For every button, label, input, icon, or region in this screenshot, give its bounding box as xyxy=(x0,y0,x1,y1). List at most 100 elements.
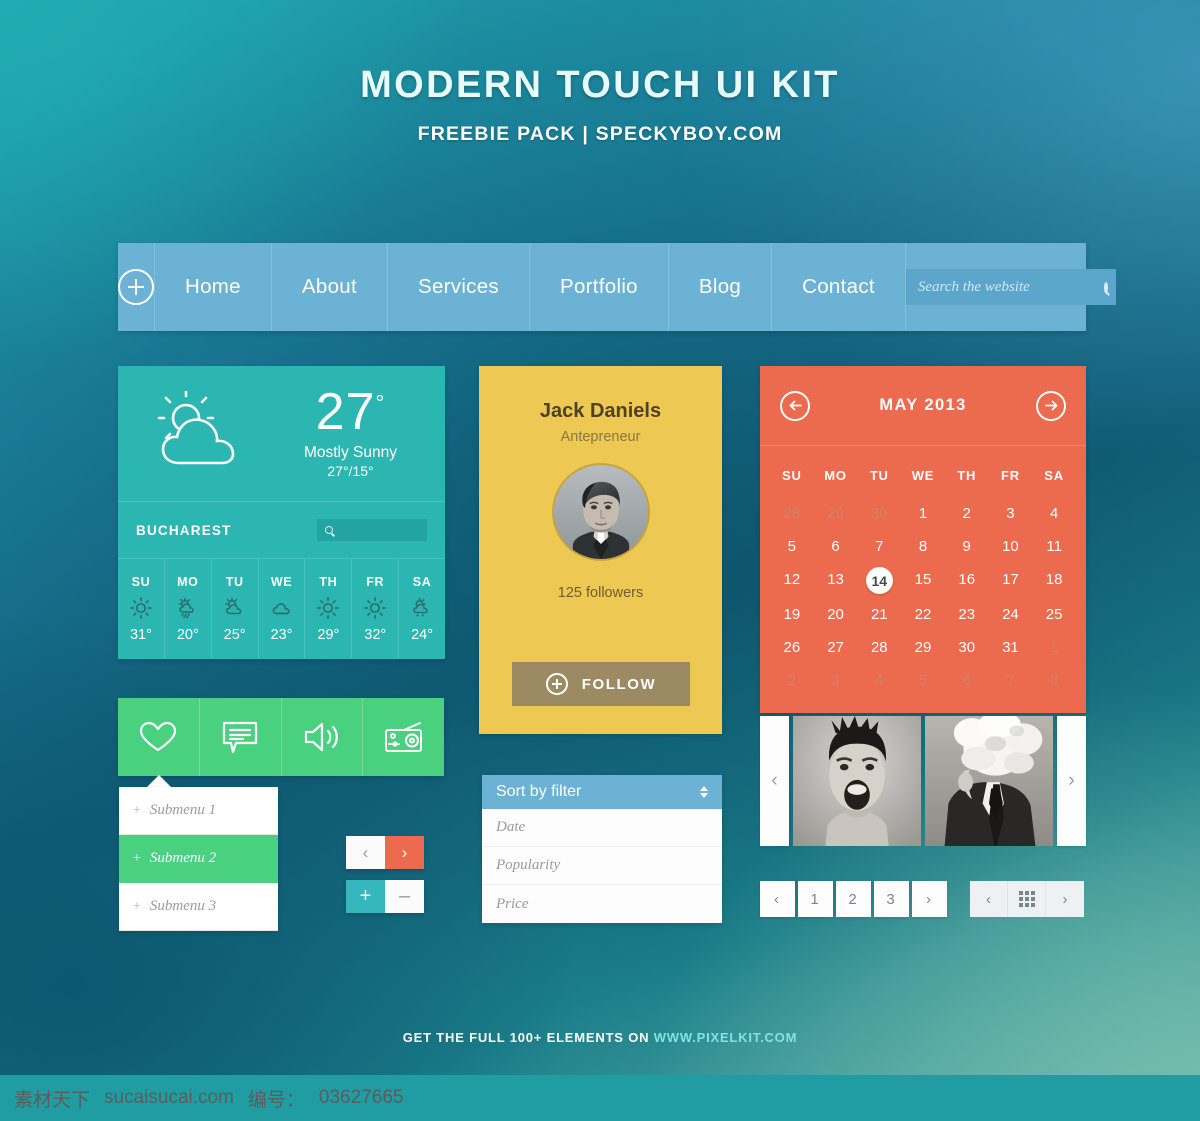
sort-option-date[interactable]: Date xyxy=(482,809,722,847)
calendar-day[interactable]: 3 xyxy=(989,497,1033,530)
grid-pagination-prev-button[interactable]: ‹ xyxy=(970,881,1008,917)
nav-item-portfolio[interactable]: Portfolio xyxy=(530,243,669,331)
calendar-day[interactable]: 29 xyxy=(901,631,945,664)
submenu-item-label: Submenu 1 xyxy=(149,802,217,818)
sort-filter-header[interactable]: Sort by filter xyxy=(482,775,722,809)
submenu-item-2[interactable]: + Submenu 2 xyxy=(119,835,278,883)
stepper-prev-button[interactable]: ‹ xyxy=(346,836,385,869)
nav-item-contact[interactable]: Contact xyxy=(772,243,906,331)
forecast-day[interactable]: FR 32° xyxy=(352,559,400,659)
calendar-day[interactable]: 6 xyxy=(814,530,858,563)
calendar-day[interactable]: 30 xyxy=(945,631,989,664)
calendar-day[interactable]: 23 xyxy=(945,598,989,631)
forecast-day[interactable]: WE 23° xyxy=(259,559,306,659)
stepper-minus-button[interactable]: – xyxy=(385,880,424,913)
submenu-item-3[interactable]: + Submenu 3 xyxy=(119,883,278,931)
calendar-day[interactable]: 2 xyxy=(945,497,989,530)
stepper-plus-button[interactable]: + xyxy=(346,880,385,913)
grid-view-button[interactable] xyxy=(1008,881,1046,917)
speaker-volume-icon xyxy=(304,722,338,752)
nav-add-button[interactable] xyxy=(118,243,155,331)
calendar-dow: SA xyxy=(1044,468,1064,483)
calendar-day[interactable]: 7 xyxy=(857,530,901,563)
calendar-next-button[interactable] xyxy=(1036,390,1066,421)
calendar-day[interactable]: 7 xyxy=(989,664,1033,697)
calendar-day[interactable]: 5 xyxy=(901,664,945,697)
calendar-day[interactable]: 5 xyxy=(770,530,814,563)
nav-search-box[interactable] xyxy=(905,269,1116,305)
calendar-day[interactable]: 8 xyxy=(1032,664,1076,697)
calendar-day[interactable]: 17 xyxy=(989,563,1033,598)
grid-pagination-next-button[interactable]: › xyxy=(1046,881,1084,917)
calendar-day[interactable]: 1 xyxy=(1032,631,1076,664)
nav-item-home[interactable]: Home xyxy=(155,243,272,331)
forecast-day[interactable]: TU 25° xyxy=(212,559,259,659)
toolbar-messages-button[interactable] xyxy=(200,698,282,776)
forecast-day[interactable]: TH 29° xyxy=(305,559,353,659)
calendar-day[interactable]: 11 xyxy=(1032,530,1076,563)
gallery-image-1[interactable] xyxy=(793,716,921,846)
calendar-day[interactable]: 25 xyxy=(1032,598,1076,631)
calendar-day[interactable]: 4 xyxy=(857,664,901,697)
forecast-day[interactable]: MO 20° xyxy=(165,559,212,659)
calendar-day[interactable]: 6 xyxy=(945,664,989,697)
calendar-day[interactable]: 3 xyxy=(814,664,858,697)
calendar-day[interactable]: 28 xyxy=(770,497,814,530)
gallery-image-2[interactable] xyxy=(925,716,1053,846)
pagination-page-2[interactable]: 2 xyxy=(836,881,871,917)
calendar-day[interactable]: 9 xyxy=(945,530,989,563)
calendar-day-selected[interactable]: 14 xyxy=(857,563,901,598)
stepper-next-button[interactable]: › xyxy=(385,836,424,869)
calendar-dow: TH xyxy=(957,468,977,483)
calendar-day[interactable]: 12 xyxy=(770,563,814,598)
calendar-day[interactable]: 31 xyxy=(989,631,1033,664)
follow-button[interactable]: FOLLOW xyxy=(512,662,690,706)
nav-item-services[interactable]: Services xyxy=(388,243,530,331)
calendar-day[interactable]: 15 xyxy=(901,563,945,598)
calendar-day[interactable]: 2 xyxy=(770,664,814,697)
calendar-day[interactable]: 19 xyxy=(770,598,814,631)
pagination-page-3[interactable]: 3 xyxy=(874,881,909,917)
footer-link[interactable]: WWW.PIXELKIT.COM xyxy=(654,1030,798,1045)
calendar-day[interactable]: 26 xyxy=(770,631,814,664)
search-input[interactable] xyxy=(917,278,1098,296)
weather-condition: Mostly Sunny xyxy=(303,444,398,462)
calendar-day[interactable]: 22 xyxy=(901,598,945,631)
search-icon[interactable] xyxy=(1103,281,1108,293)
search-icon[interactable] xyxy=(325,526,333,534)
calendar-day[interactable]: 30 xyxy=(857,497,901,530)
forecast-day[interactable]: SU 31° xyxy=(118,559,165,659)
pagination-next-button[interactable]: › xyxy=(912,881,947,917)
calendar-day[interactable]: 4 xyxy=(1032,497,1076,530)
calendar-day[interactable]: 20 xyxy=(814,598,858,631)
calendar-dow: FR xyxy=(1000,468,1020,483)
toolbar-radio-button[interactable] xyxy=(363,698,444,776)
calendar-day[interactable]: 24 xyxy=(989,598,1033,631)
calendar-day[interactable]: 28 xyxy=(857,631,901,664)
calendar-day[interactable]: 1 xyxy=(901,497,945,530)
submenu-item-1[interactable]: + Submenu 1 xyxy=(119,787,278,835)
pagination-page-1[interactable]: 1 xyxy=(798,881,833,917)
pagination-prev-button[interactable]: ‹ xyxy=(760,881,795,917)
forecast-day[interactable]: SA 24° xyxy=(399,559,445,659)
gallery-next-button[interactable]: › xyxy=(1057,716,1086,846)
calendar-day[interactable]: 27 xyxy=(814,631,858,664)
toolbar-volume-button[interactable] xyxy=(282,698,364,776)
calendar-day[interactable]: 13 xyxy=(814,563,858,598)
calendar-day[interactable]: 18 xyxy=(1032,563,1076,598)
calendar-day[interactable]: 29 xyxy=(814,497,858,530)
calendar-day[interactable]: 21 xyxy=(857,598,901,631)
toolbar-favorites-button[interactable] xyxy=(118,698,200,776)
nav-search-container xyxy=(905,243,1138,331)
calendar-day[interactable]: 8 xyxy=(901,530,945,563)
sort-option-price[interactable]: Price xyxy=(482,885,722,923)
sort-option-popularity[interactable]: Popularity xyxy=(482,847,722,885)
sun-cloud-icon xyxy=(224,597,242,615)
nav-item-blog[interactable]: Blog xyxy=(669,243,773,331)
weather-search-box[interactable] xyxy=(317,519,427,541)
nav-item-about[interactable]: About xyxy=(272,243,388,331)
gallery-prev-button[interactable]: ‹ xyxy=(760,716,789,846)
calendar-day[interactable]: 10 xyxy=(989,530,1033,563)
calendar-prev-button[interactable] xyxy=(780,390,810,421)
calendar-day[interactable]: 16 xyxy=(945,563,989,598)
